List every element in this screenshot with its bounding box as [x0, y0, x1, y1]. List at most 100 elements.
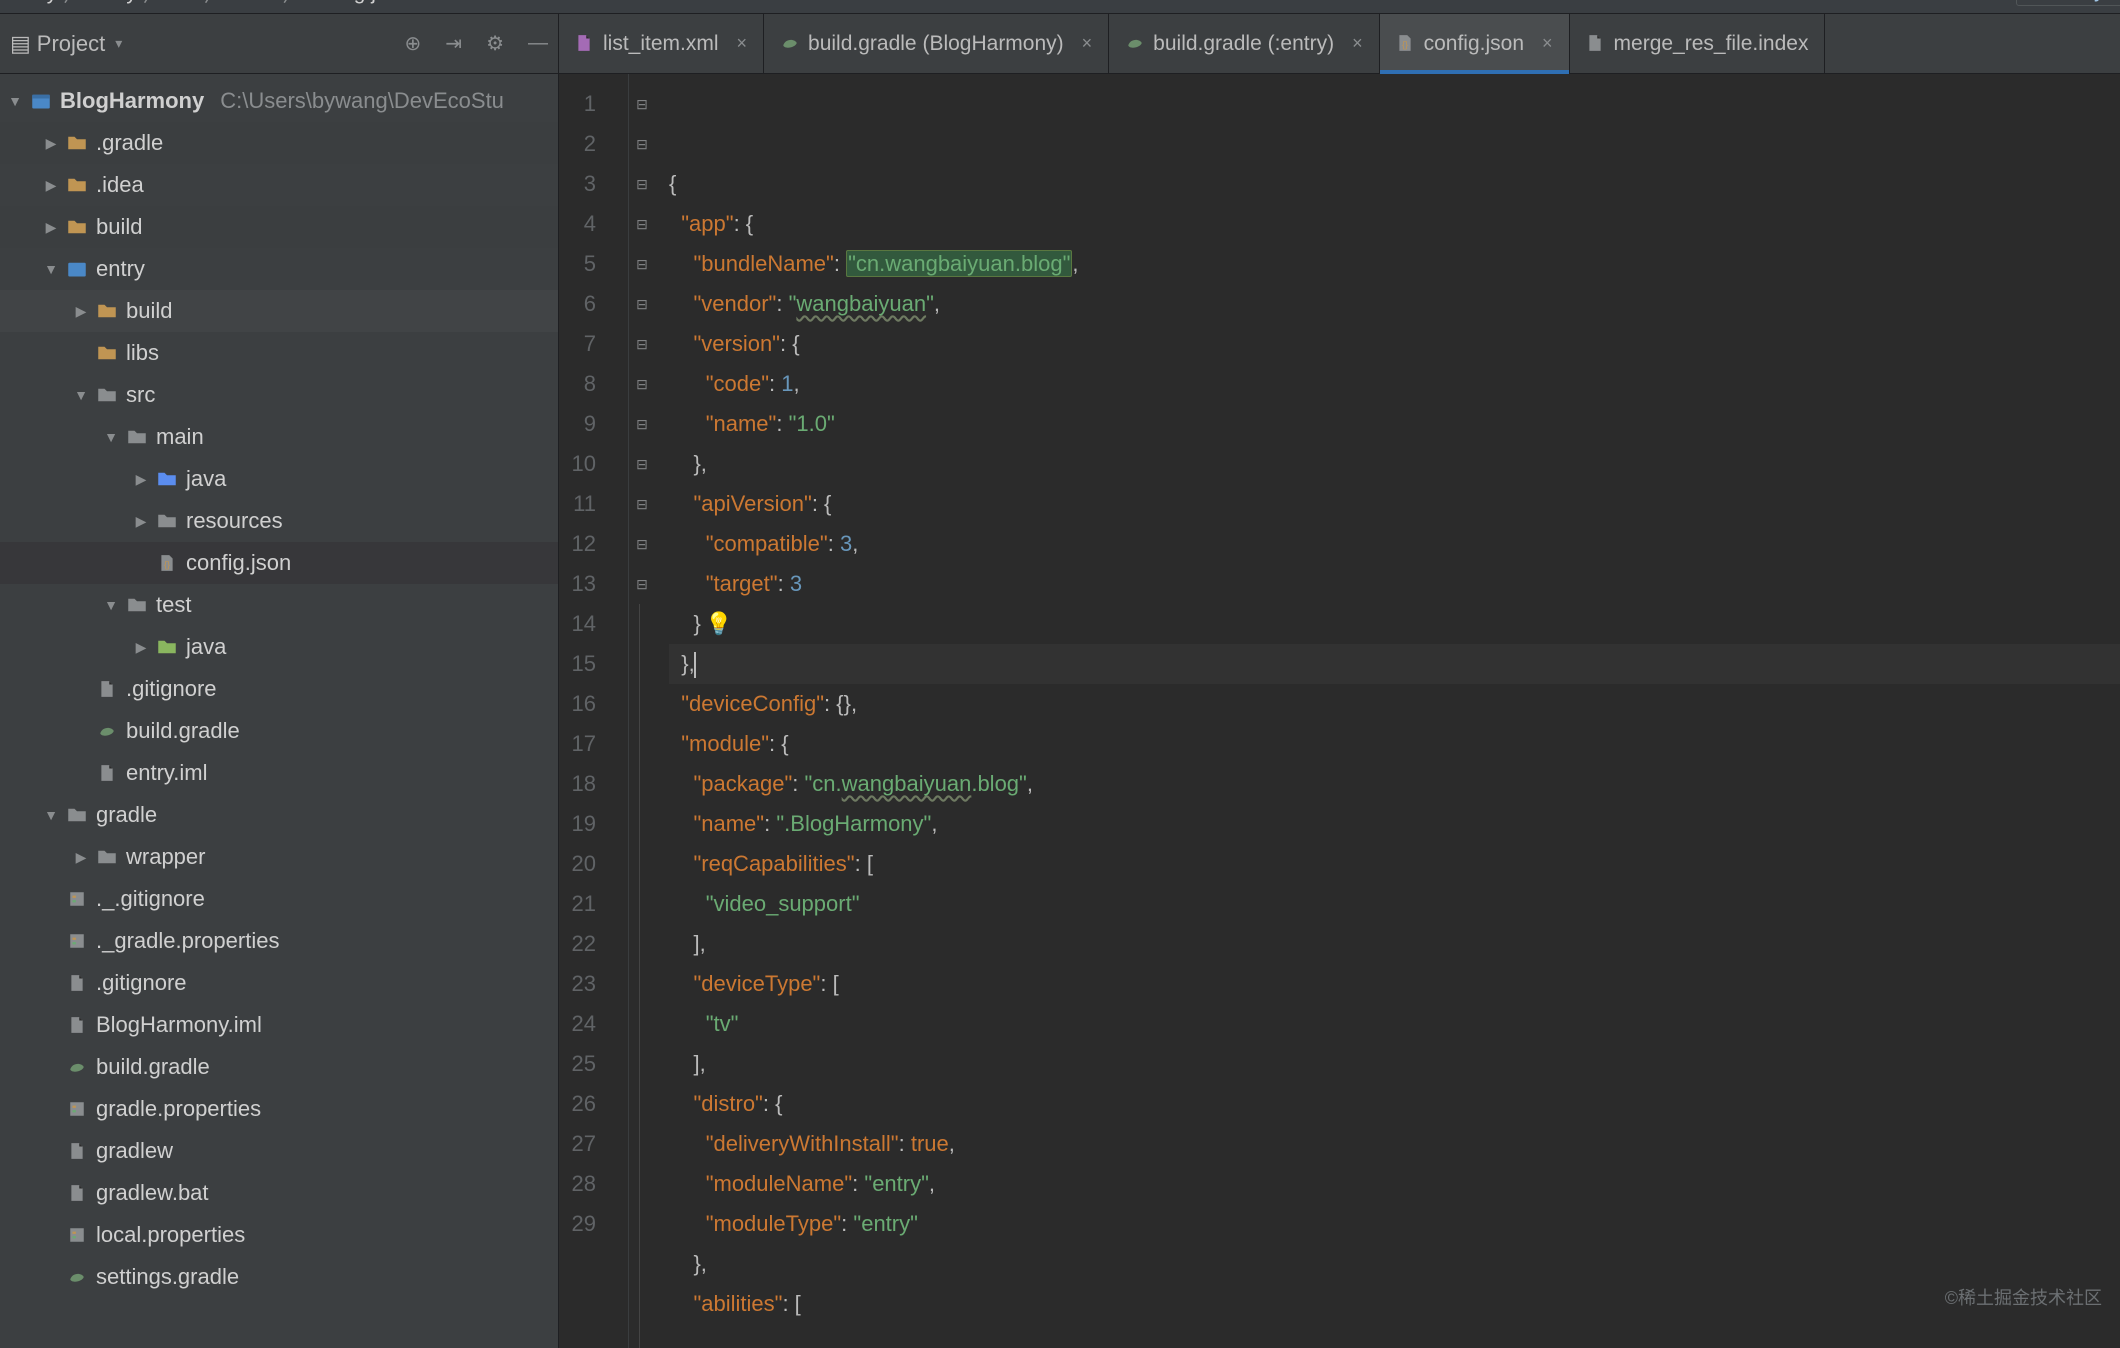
close-icon[interactable]: × [737, 33, 748, 54]
tree-node[interactable]: ▶ build [0, 290, 558, 332]
tree-node[interactable]: .gitignore [0, 962, 558, 1004]
breadcrumbs[interactable]: logHarmony〉entry〉src〉main〉config.json [0, 0, 410, 8]
tree-node[interactable]: gradlew.bat [0, 1172, 558, 1214]
tree-arrow-icon[interactable]: ▼ [104, 429, 118, 445]
folder-blue-icon [156, 468, 178, 490]
tree-node[interactable]: ▶ .gradle [0, 122, 558, 164]
tree-node[interactable]: ▶ resources [0, 500, 558, 542]
close-icon[interactable]: × [1542, 33, 1553, 54]
tree-label: .gitignore [96, 970, 187, 996]
locate-icon[interactable]: ⊕ [405, 31, 422, 56]
tree-node[interactable]: ▼ entry [0, 248, 558, 290]
file-icon [66, 1014, 88, 1036]
tree-node[interactable]: gradlew [0, 1130, 558, 1172]
folder-icon [66, 132, 88, 154]
folder-grey-icon [126, 426, 148, 448]
editor-tab[interactable]: merge_res_file.index [1570, 14, 1826, 73]
breadcrumb-item[interactable]: logHarmony [0, 0, 57, 5]
svg-text:{}: {} [164, 560, 170, 570]
tree-node[interactable]: build.gradle [0, 710, 558, 752]
code-content[interactable]: { "app": { "bundleName": "cn.wangbaiyuan… [655, 74, 2120, 1348]
tree-label: settings.gradle [96, 1264, 239, 1290]
editor-tab[interactable]: build.gradle (BlogHarmony) × [764, 14, 1109, 73]
editor-tab[interactable]: {} config.json × [1380, 14, 1570, 73]
tree-arrow-icon[interactable]: ▼ [74, 387, 88, 403]
tree-node[interactable]: local.properties [0, 1214, 558, 1256]
tree-arrow-icon[interactable]: ▶ [134, 513, 148, 530]
gradle-icon [96, 720, 118, 742]
tree-node[interactable]: ▼ gradle [0, 794, 558, 836]
editor-tab[interactable]: list_item.xml × [559, 14, 764, 73]
tree-node[interactable]: ▶ java [0, 458, 558, 500]
gradle-icon [1125, 34, 1145, 54]
folder-icon [96, 342, 118, 364]
tree-arrow-icon[interactable]: ▶ [44, 177, 58, 194]
breadcrumb-item[interactable]: entry [90, 0, 137, 5]
tree-node[interactable]: ▶ java [0, 626, 558, 668]
props-icon [66, 1224, 88, 1246]
project-icon: ▤ [10, 31, 31, 57]
gitignore-icon [96, 678, 118, 700]
tree-arrow-icon[interactable]: ▼ [44, 807, 58, 823]
tree-node[interactable]: settings.gradle [0, 1256, 558, 1298]
tree-label: .gradle [96, 130, 163, 156]
code-editor[interactable]: 1234567891011121314151617181920212223242… [559, 74, 2120, 1348]
tree-expand-icon[interactable]: ▼ [8, 93, 22, 109]
tree-arrow-icon[interactable]: ▶ [134, 471, 148, 488]
tree-label: wrapper [126, 844, 205, 870]
tree-node[interactable]: ▼ src [0, 374, 558, 416]
intention-bulb-icon[interactable]: 💡 [705, 604, 731, 644]
close-icon[interactable]: × [1082, 33, 1093, 54]
collapse-icon[interactable]: ⇥ [445, 31, 462, 56]
editor-tab[interactable]: build.gradle (:entry) × [1109, 14, 1379, 73]
svg-text:{}: {} [1402, 39, 1408, 49]
tree-node[interactable]: ▼ main [0, 416, 558, 458]
hide-icon[interactable]: — [528, 32, 548, 55]
tree-node[interactable]: ▶ wrapper [0, 836, 558, 878]
navigation-bar: logHarmony〉entry〉src〉main〉config.json ▣ … [0, 0, 2120, 14]
tree-node[interactable]: .gitignore [0, 668, 558, 710]
module-icon [30, 90, 52, 112]
breadcrumb-item[interactable]: main [231, 0, 277, 5]
tab-label: config.json [1424, 32, 1524, 56]
folder-icon [96, 300, 118, 322]
tree-node[interactable]: ._.gitignore [0, 878, 558, 920]
tree-label: BlogHarmony.iml [96, 1012, 262, 1038]
tree-node[interactable]: ▶ build [0, 206, 558, 248]
line-numbers: 1234567891011121314151617181920212223242… [559, 74, 629, 1348]
breadcrumb-item[interactable]: config.json [309, 0, 409, 5]
project-view-selector[interactable]: ▤ Project ▾ [10, 31, 405, 57]
gear-icon[interactable]: ⚙ [486, 31, 504, 56]
watermark: ©稀土掘金技术社区 [1945, 1278, 2102, 1318]
tree-label: resources [186, 508, 283, 534]
tree-arrow-icon[interactable]: ▶ [134, 639, 148, 656]
json-icon: {} [1396, 34, 1416, 54]
project-tree[interactable]: ▼ BlogHarmony C:\Users\bywang\DevEcoStu … [0, 74, 558, 1348]
tree-arrow-icon[interactable]: ▼ [44, 261, 58, 277]
tree-arrow-icon[interactable]: ▶ [74, 849, 88, 866]
tree-node[interactable]: libs [0, 332, 558, 374]
project-tool-window: ▤ Project ▾ ⊕ ⇥ ⚙ — ▼ BlogHarmony [0, 14, 559, 1348]
tree-arrow-icon[interactable]: ▶ [44, 135, 58, 152]
file-icon [66, 1140, 88, 1162]
tree-node[interactable]: {} config.json [0, 542, 558, 584]
tree-node[interactable]: ._gradle.properties [0, 920, 558, 962]
fold-column[interactable]: ⊟⊟⊟⊟⊟⊟⊟⊟⊟⊟⊟⊟⊟ [629, 74, 655, 1348]
breadcrumb-item[interactable]: src [170, 0, 198, 5]
tab-label: build.gradle (:entry) [1153, 32, 1334, 56]
tree-node[interactable]: ▼ test [0, 584, 558, 626]
tree-arrow-icon[interactable]: ▶ [44, 219, 58, 236]
project-root[interactable]: ▼ BlogHarmony C:\Users\bywang\DevEcoStu [0, 80, 558, 122]
tree-arrow-icon[interactable]: ▶ [74, 303, 88, 320]
tree-arrow-icon[interactable]: ▼ [104, 597, 118, 613]
run-config-selector[interactable]: ▣ entry ▾ [2016, 0, 2120, 6]
tree-node[interactable]: build.gradle [0, 1046, 558, 1088]
tree-node[interactable]: ▶ .idea [0, 164, 558, 206]
tree-node[interactable]: BlogHarmony.iml [0, 1004, 558, 1046]
tree-node[interactable]: entry.iml [0, 752, 558, 794]
tab-label: build.gradle (BlogHarmony) [808, 32, 1064, 56]
xml-icon [575, 34, 595, 54]
tree-node[interactable]: gradle.properties [0, 1088, 558, 1130]
props-icon [66, 930, 88, 952]
close-icon[interactable]: × [1352, 33, 1363, 54]
